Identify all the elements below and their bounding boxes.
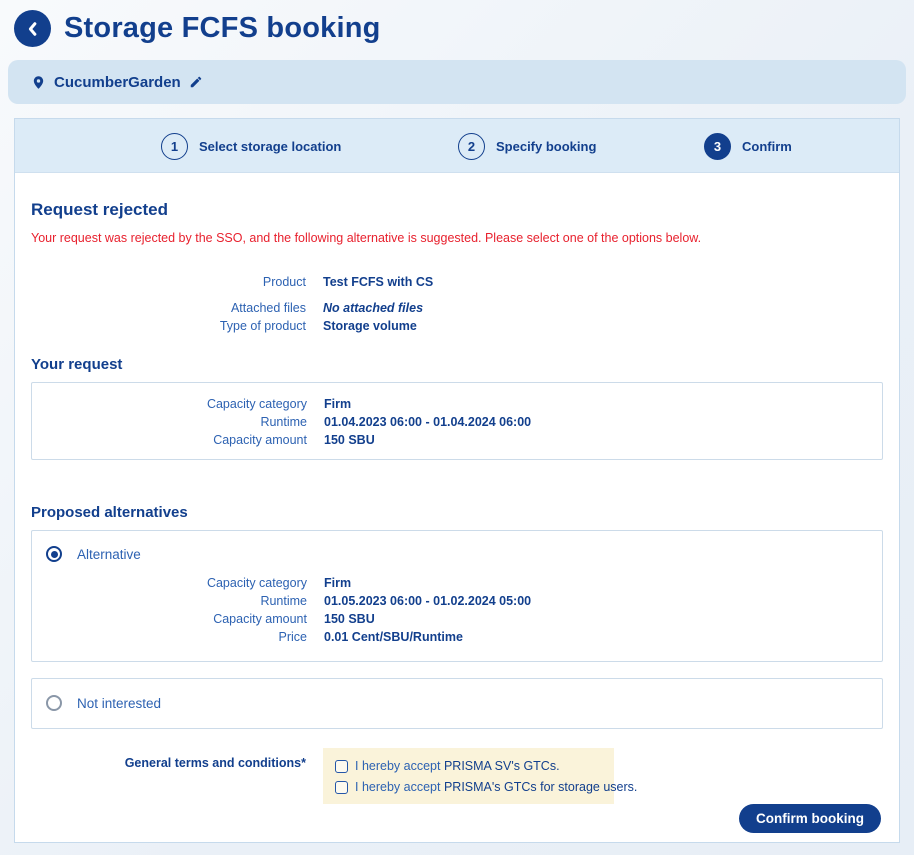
capacity-amount-row: Capacity amount 150 SBU [32,612,882,626]
chevron-left-icon [24,20,42,38]
type-of-product-value: Storage volume [323,319,417,333]
price-value: 0.01 Cent/SBU/Runtime [324,630,463,644]
price-label: Price [32,630,307,644]
gtc-storage-prefix: I hereby accept [355,780,440,794]
confirm-booking-button[interactable]: Confirm booking [739,804,881,833]
not-interested-radio-label: Not interested [77,696,161,711]
back-button[interactable] [14,10,51,47]
product-label: Product [31,275,306,289]
runtime-label: Runtime [32,594,307,608]
attached-files-value: No attached files [323,301,423,315]
runtime-row: Runtime 01.05.2023 06:00 - 01.02.2024 05… [32,594,882,608]
alternative-option-box: Alternative Capacity category Firm Runti… [31,530,883,662]
location-name: CucumberGarden [54,74,181,91]
alternative-radio-button[interactable] [46,546,62,562]
step-specify-booking[interactable]: 2 Specify booking [458,119,596,173]
product-details: Product Test FCFS with CS Attached files… [31,275,883,333]
product-row: Product Test FCFS with CS [31,275,883,289]
capacity-category-label: Capacity category [32,576,307,590]
alternative-radio-label: Alternative [77,547,141,562]
stepper: 1 Select storage location 2 Specify book… [15,119,899,173]
pencil-icon [189,75,203,89]
capacity-category-value: Firm [324,576,351,590]
step-select-storage-location[interactable]: 1 Select storage location [161,119,341,173]
step-label: Specify booking [496,139,596,154]
card-content: Request rejected Your request was reject… [15,200,899,804]
alternative-details: Capacity category Firm Runtime 01.05.202… [32,576,882,644]
edit-location-button[interactable] [189,75,203,89]
location-pin-icon [31,73,46,92]
capacity-category-value: Firm [324,397,351,411]
runtime-row: Runtime 01.04.2023 06:00 - 01.04.2024 06… [32,415,882,429]
capacity-category-row: Capacity category Firm [32,576,882,590]
step-number: 3 [704,133,731,160]
location-bar: CucumberGarden [8,60,906,104]
terms-box: I hereby accept PRISMA SV's GTCs. I here… [323,748,614,804]
not-interested-radio-button[interactable] [46,695,62,711]
request-status-heading: Request rejected [31,200,883,220]
product-value: Test FCFS with CS [323,275,433,289]
terms-section: General terms and conditions* I hereby a… [31,748,883,804]
gtc-sv-checkbox[interactable] [335,760,348,773]
your-request-heading: Your request [31,356,883,373]
gtc-sv-link[interactable]: PRISMA SV's GTCs. [444,759,560,773]
terms-label: General terms and conditions* [31,748,306,804]
page-title: Storage FCFS booking [64,12,381,45]
proposed-alternatives-heading: Proposed alternatives [31,504,883,521]
capacity-amount-value: 150 SBU [324,612,375,626]
request-status-message: Your request was rejected by the SSO, an… [31,231,883,245]
type-of-product-row: Type of product Storage volume [31,319,883,333]
step-number: 1 [161,133,188,160]
step-confirm[interactable]: 3 Confirm [704,119,792,173]
step-label: Confirm [742,139,792,154]
gtc-sv-label: I hereby accept PRISMA SV's GTCs. [355,759,560,773]
booking-card: 1 Select storage location 2 Specify book… [14,118,900,843]
attached-files-label: Attached files [31,301,306,315]
your-request-box: Capacity category Firm Runtime 01.04.202… [31,382,883,460]
price-row: Price 0.01 Cent/SBU/Runtime [32,630,882,644]
alternative-radio-row[interactable]: Alternative [32,546,882,562]
type-of-product-label: Type of product [31,319,306,333]
runtime-label: Runtime [32,415,307,429]
gtc-storage-link[interactable]: PRISMA's GTCs for storage users. [444,780,637,794]
step-number: 2 [458,133,485,160]
gtc-storage-label: I hereby accept PRISMA's GTCs for storag… [355,780,637,794]
capacity-category-label: Capacity category [32,397,307,411]
not-interested-radio-row[interactable]: Not interested [32,695,882,711]
attached-files-row: Attached files No attached files [31,301,883,315]
capacity-amount-row: Capacity amount 150 SBU [32,433,882,447]
gtc-sv-prefix: I hereby accept [355,759,440,773]
step-label: Select storage location [199,139,341,154]
gtc-sv-checkbox-row[interactable]: I hereby accept PRISMA SV's GTCs. [335,759,602,773]
capacity-amount-value: 150 SBU [324,433,375,447]
runtime-value: 01.04.2023 06:00 - 01.04.2024 06:00 [324,415,531,429]
gtc-storage-checkbox[interactable] [335,781,348,794]
gtc-storage-checkbox-row[interactable]: I hereby accept PRISMA's GTCs for storag… [335,780,602,794]
runtime-value: 01.05.2023 06:00 - 01.02.2024 05:00 [324,594,531,608]
capacity-amount-label: Capacity amount [32,612,307,626]
not-interested-option-box: Not interested [31,678,883,729]
capacity-amount-label: Capacity amount [32,433,307,447]
page-header: Storage FCFS booking [0,0,914,47]
capacity-category-row: Capacity category Firm [32,397,882,411]
